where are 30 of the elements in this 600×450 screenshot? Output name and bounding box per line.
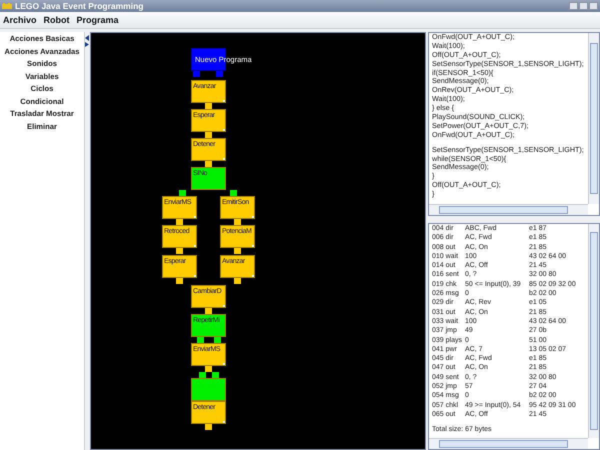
menu-item[interactable]: Programa — [76, 15, 119, 25]
block-connector — [197, 337, 204, 343]
block-connector — [204, 161, 212, 167]
block-connector — [216, 71, 223, 77]
vertical-scrollbar[interactable] — [588, 224, 599, 438]
close-button[interactable] — [589, 2, 598, 10]
menu-item[interactable]: Robot — [44, 15, 70, 25]
block-connector — [204, 132, 212, 138]
block-connector — [176, 248, 182, 254]
minimize-button[interactable] — [569, 2, 578, 10]
block-connector — [214, 337, 221, 343]
menu-item[interactable]: Archivo — [3, 15, 37, 25]
horizontal-scrollbar[interactable] — [429, 438, 588, 449]
block-connector — [234, 219, 240, 225]
window-title: LEGO Java Event Programming — [15, 1, 144, 11]
block-connector — [176, 219, 182, 225]
block-connector — [204, 308, 212, 314]
block-connector — [204, 103, 212, 109]
block-connector — [176, 278, 182, 284]
collapse-arrows-icon[interactable] — [85, 35, 90, 47]
block-connector — [179, 190, 186, 196]
app-icon — [2, 2, 12, 10]
block-connector — [234, 248, 240, 254]
vertical-scrollbar[interactable] — [588, 33, 599, 204]
block-connector — [234, 278, 240, 284]
horizontal-scrollbar[interactable] — [429, 204, 588, 215]
block-connector — [230, 190, 237, 196]
block-connector — [204, 424, 212, 430]
maximize-button[interactable] — [579, 2, 588, 10]
block-connector — [193, 71, 200, 77]
